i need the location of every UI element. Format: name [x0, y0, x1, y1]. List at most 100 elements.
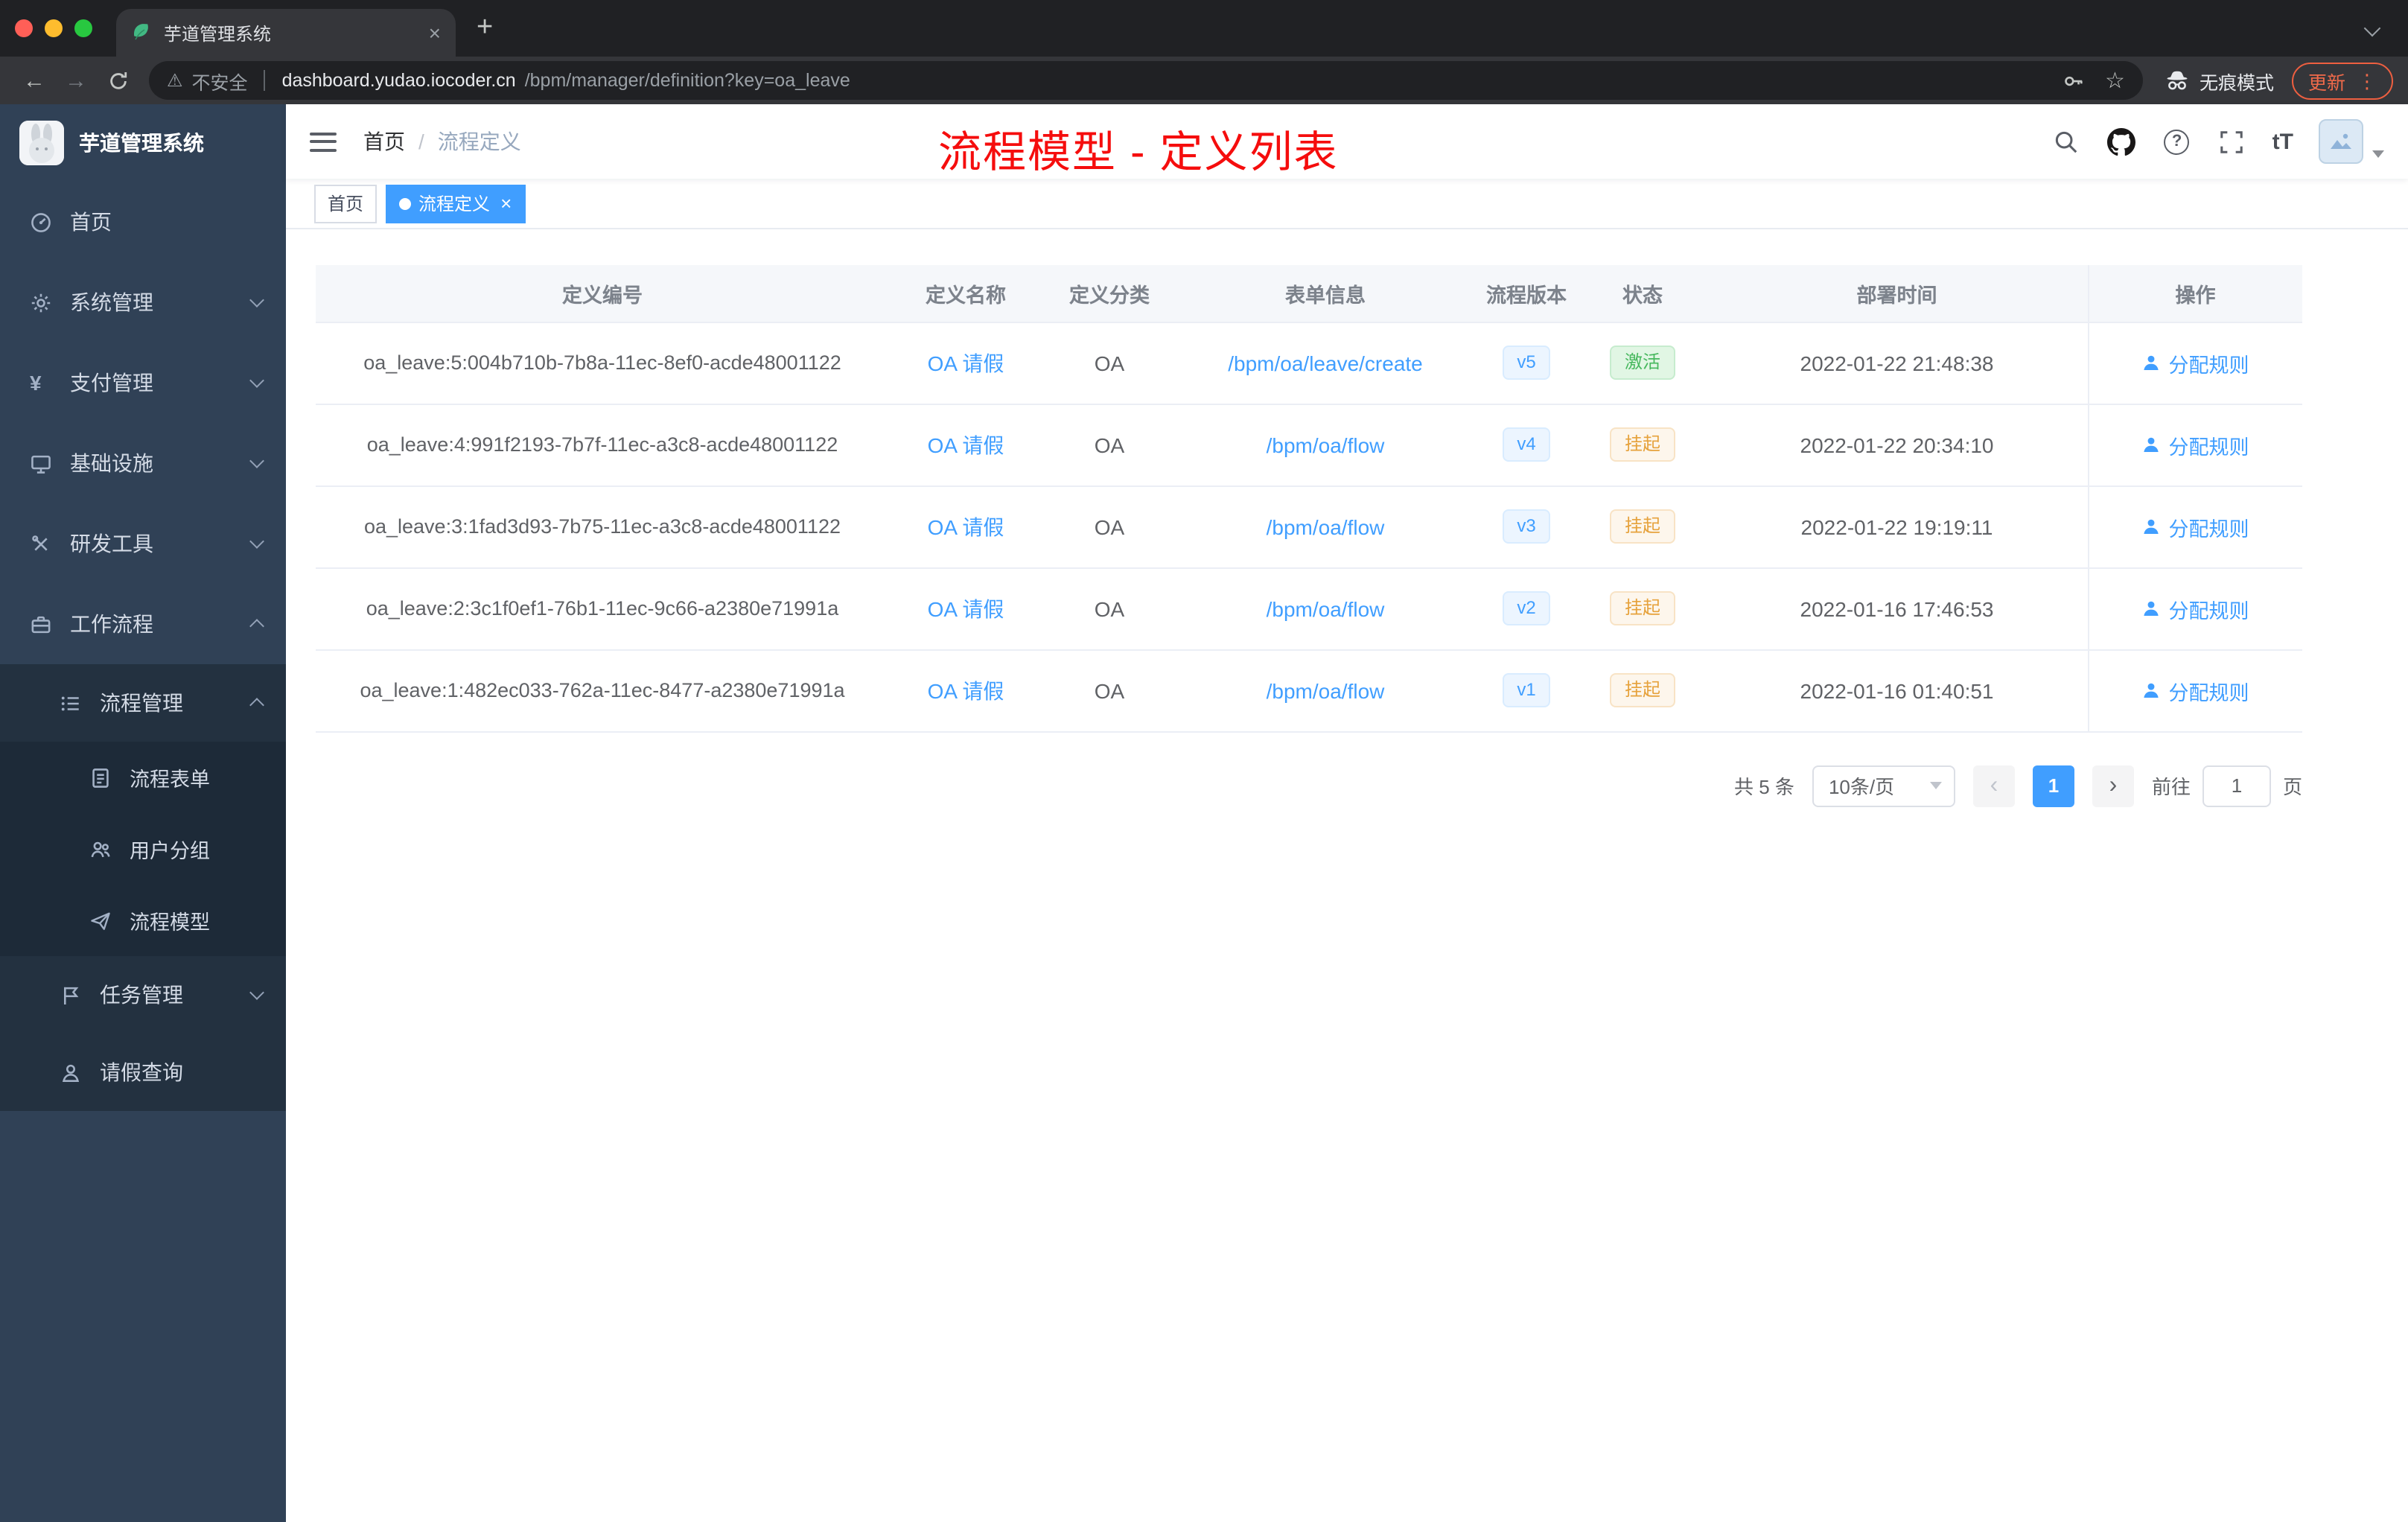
chevron-down-icon: [249, 985, 264, 1000]
version-cell: v1: [1474, 649, 1579, 732]
chevron-up-icon: [249, 698, 264, 713]
definition-id-cell: oa_leave:4:991f2193-7b7f-11ec-a3c8-acde4…: [316, 404, 889, 486]
form-link[interactable]: /bpm/oa/flow: [1267, 596, 1385, 620]
incognito-label: 无痕模式: [2199, 72, 2274, 93]
version-tag: v2: [1502, 591, 1551, 625]
page-size-select[interactable]: 10条/页: [1812, 765, 1955, 806]
url-path: /bpm/manager/definition?key=oa_leave: [524, 70, 850, 91]
window-zoom-button[interactable]: [74, 19, 92, 37]
sidebar-item-label: 首页: [70, 210, 112, 234]
form-icon: [89, 766, 113, 789]
new-tab-button[interactable]: +: [477, 12, 493, 45]
bookmark-star-icon[interactable]: ☆: [2105, 67, 2125, 94]
status-tag: 激活: [1609, 346, 1675, 380]
browser-menu-icon[interactable]: ⋮: [2357, 71, 2377, 90]
current-page-button[interactable]: 1: [2032, 765, 2074, 806]
forward-button[interactable]: →: [57, 61, 95, 100]
sidebar-item-task-management[interactable]: 任务管理: [0, 956, 286, 1034]
form-link[interactable]: /bpm/oa/leave/create: [1228, 351, 1423, 375]
sidebar-item-leave-query[interactable]: 请假查询: [0, 1034, 286, 1111]
search-icon[interactable]: [2052, 127, 2082, 156]
deploy-time-cell: 2022-01-22 21:48:38: [1707, 322, 2088, 404]
tools-icon: [30, 532, 54, 555]
security-warning-icon: ⚠: [167, 70, 183, 91]
assign-rule-link[interactable]: 分配规则: [2142, 430, 2249, 459]
definition-category-cell: OA: [1042, 485, 1176, 568]
user-blue-icon: [2142, 517, 2162, 536]
refresh-button[interactable]: [98, 61, 137, 100]
tag-close-icon[interactable]: ×: [500, 194, 512, 213]
help-icon[interactable]: ?: [2162, 127, 2192, 156]
browser-tab[interactable]: 芋道管理系统 ×: [116, 9, 456, 57]
user-avatar-menu[interactable]: [2319, 119, 2384, 164]
caret-down-icon: [1929, 782, 1942, 789]
dashboard-icon: [30, 211, 54, 233]
definition-name-link[interactable]: OA 请假: [928, 678, 1004, 702]
sidebar: 芋道管理系统 首页 系统管理 ¥ 支付管理 基础设施 研发工具 工作流程 流程管理 流程表单 用户…: [0, 104, 286, 1522]
password-key-icon[interactable]: [2062, 69, 2084, 92]
window-close-button[interactable]: [15, 19, 33, 37]
sidebar-item-label: 流程表单: [130, 768, 210, 791]
prev-page-button[interactable]: ‹: [1972, 765, 2015, 806]
tab-close-icon[interactable]: ×: [429, 22, 441, 43]
sidebar-item-payment[interactable]: ¥ 支付管理: [0, 343, 286, 423]
definition-name-cell: OA 请假: [889, 322, 1042, 404]
sidebar-item-process-management[interactable]: 流程管理: [0, 664, 286, 742]
sidebar-item-label: 基础设施: [70, 451, 153, 475]
sidebar-item-workflow[interactable]: 工作流程: [0, 584, 286, 664]
sidebar-item-process-model[interactable]: 流程模型: [0, 885, 286, 956]
sidebar-item-label: 系统管理: [70, 290, 153, 314]
sidebar-item-process-form[interactable]: 流程表单: [0, 742, 286, 813]
window-minimize-button[interactable]: [45, 19, 63, 37]
definition-name-link[interactable]: OA 请假: [928, 515, 1004, 538]
task-icon: [60, 984, 83, 1006]
font-size-icon[interactable]: tT: [2272, 129, 2293, 154]
sidebar-item-label: 任务管理: [100, 983, 183, 1007]
fullscreen-icon[interactable]: [2217, 127, 2247, 156]
definition-id-cell: oa_leave:2:3c1f0ef1-76b1-11ec-9c66-a2380…: [316, 567, 889, 650]
sidebar-item-infrastructure[interactable]: 基础设施: [0, 423, 286, 503]
user-blue-icon: [2142, 435, 2162, 454]
sidebar-item-system[interactable]: 系统管理: [0, 262, 286, 343]
address-bar[interactable]: ⚠ 不安全 dashboard.yudao.iocoder.cn/bpm/man…: [149, 61, 2143, 100]
definition-name-link[interactable]: OA 请假: [928, 596, 1004, 620]
chevron-down-icon[interactable]: [2363, 19, 2381, 37]
sidebar-item-home[interactable]: 首页: [0, 182, 286, 262]
definition-name-link[interactable]: OA 请假: [928, 433, 1004, 456]
next-page-button[interactable]: ›: [2092, 765, 2134, 806]
yen-icon: ¥: [30, 371, 42, 395]
breadcrumb-home[interactable]: 首页: [363, 127, 405, 156]
tag-home[interactable]: 首页: [314, 184, 378, 223]
sidebar-item-user-group[interactable]: 用户分组: [0, 813, 286, 885]
form-link[interactable]: /bpm/oa/flow: [1267, 433, 1385, 456]
breadcrumb-current: 流程定义: [437, 130, 521, 153]
goto-page-input[interactable]: [2202, 765, 2271, 806]
assign-rule-link[interactable]: 分配规则: [2142, 593, 2249, 623]
github-icon[interactable]: [2107, 127, 2137, 156]
briefcase-icon: [30, 613, 54, 635]
form-link[interactable]: /bpm/oa/flow: [1267, 678, 1385, 702]
update-button[interactable]: 更新 ⋮: [2291, 62, 2393, 99]
definition-name-link[interactable]: OA 请假: [928, 351, 1004, 375]
table-header-row: 定义编号 定义名称 定义分类 表单信息 流程版本 状态 部署时间 操作: [316, 265, 2302, 322]
tag-process-definition[interactable]: 流程定义 ×: [386, 184, 526, 223]
form-cell: /bpm/oa/flow: [1176, 567, 1474, 650]
column-header-status: 状态: [1579, 265, 1707, 322]
sidebar-item-dev-tools[interactable]: 研发工具: [0, 503, 286, 584]
assign-rule-link[interactable]: 分配规则: [2142, 348, 2249, 378]
column-header-name: 定义名称: [889, 265, 1042, 322]
page-content: 定义编号 定义名称 定义分类 表单信息 流程版本 状态 部署时间 操作 oa_leave:5:…: [286, 229, 2408, 1522]
back-button[interactable]: ←: [15, 61, 54, 100]
page-size-value: 10条/页: [1828, 776, 1895, 798]
goto-prefix-label: 前往: [2151, 776, 2191, 798]
chevron-up-icon: [249, 619, 264, 634]
assign-rule-link[interactable]: 分配规则: [2142, 512, 2249, 541]
chevron-down-icon: [249, 373, 264, 388]
hamburger-icon[interactable]: [310, 132, 337, 151]
form-link[interactable]: /bpm/oa/flow: [1267, 515, 1385, 538]
assign-rule-link[interactable]: 分配规则: [2142, 675, 2249, 705]
sidebar-item-label: 用户分组: [130, 840, 210, 862]
column-header-category: 定义分类: [1042, 265, 1176, 322]
status-tag: 挂起: [1609, 509, 1675, 544]
top-navbar: 首页 / 流程定义 流程模型 - 定义列表 ? tT: [286, 104, 2408, 179]
